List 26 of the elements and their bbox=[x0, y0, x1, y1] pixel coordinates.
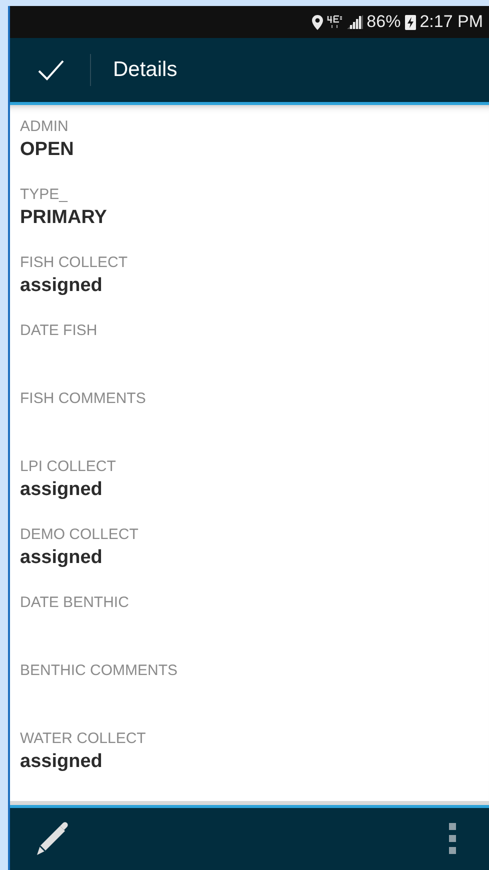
field-value: OPEN bbox=[20, 139, 74, 160]
field-value: PRIMARY bbox=[20, 207, 107, 228]
field-label: FISH COMMENTS bbox=[20, 389, 147, 409]
pencil-icon[interactable] bbox=[35, 822, 69, 856]
field-label: ADMIN bbox=[20, 117, 70, 137]
overflow-menu-icon[interactable] bbox=[449, 823, 457, 855]
field-label: DATE BENTHIC bbox=[20, 593, 130, 613]
field-label: WATER COLLECT bbox=[20, 729, 147, 749]
field-label: DATE FISH bbox=[20, 321, 98, 341]
clock: 2:17 PM bbox=[420, 12, 483, 32]
field-label: DEMO COLLECT bbox=[20, 525, 140, 545]
location-icon bbox=[312, 14, 323, 30]
battery-percent: 86% bbox=[366, 12, 401, 32]
field-label: TYPE_ bbox=[20, 185, 69, 205]
check-icon[interactable] bbox=[37, 59, 65, 81]
field-label: LPI COLLECT bbox=[20, 457, 117, 477]
network-icon bbox=[326, 15, 343, 29]
field-value: assigned bbox=[20, 547, 102, 568]
field-label: BENTHIC COMMENTS bbox=[20, 661, 178, 681]
field-value: assigned bbox=[20, 751, 102, 772]
field-label: FISH COLLECT bbox=[20, 253, 129, 273]
field-value: assigned bbox=[20, 479, 102, 500]
field-value: assigned bbox=[20, 275, 102, 296]
screen-title: Details bbox=[113, 58, 178, 82]
signal-icon bbox=[346, 15, 363, 29]
battery-charging-icon bbox=[404, 14, 416, 30]
